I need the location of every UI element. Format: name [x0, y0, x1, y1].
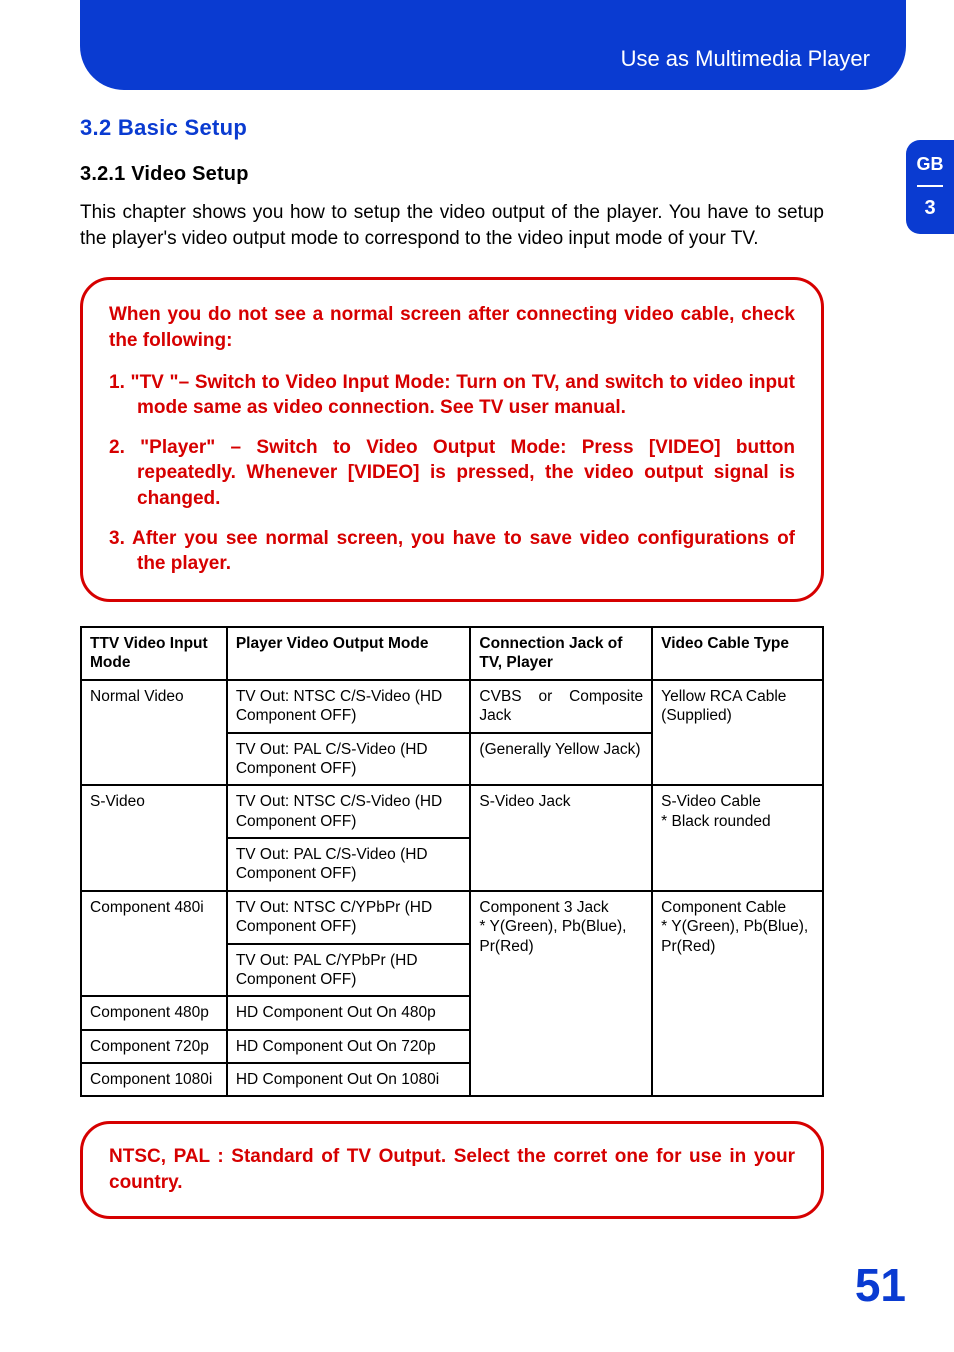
callout-item-2: 2. "Player" – Switch to Video Output Mod…: [109, 435, 795, 512]
cell-gen-yellow: (Generally Yellow Jack): [470, 733, 652, 786]
cell-ntsc-cs-2: TV Out: NTSC C/S-Video (HD Component OFF…: [227, 785, 471, 838]
warning-callout: When you do not see a normal screen afte…: [80, 277, 824, 602]
th-input-mode: TTV Video Input Mode: [81, 627, 227, 680]
table-row: Component 480i TV Out: NTSC C/YPbPr (HD …: [81, 891, 823, 944]
cell-svideo: S-Video: [81, 785, 227, 891]
chapter-header: Use as Multimedia Player: [80, 0, 906, 90]
cell-hd480p: HD Component Out On 480p: [227, 996, 471, 1029]
chapter-header-title: Use as Multimedia Player: [621, 46, 870, 72]
page-number: 51: [855, 1258, 906, 1312]
side-tab: GB 3: [906, 140, 954, 234]
callout-item-1: 1. "TV "– Switch to Video Input Mode: Tu…: [109, 370, 795, 421]
callout-title: When you do not see a normal screen afte…: [109, 302, 795, 353]
cell-comp1080i: Component 1080i: [81, 1063, 227, 1096]
cell-svideo-jack: S-Video Jack: [470, 785, 652, 891]
cell-pal-ypbpr: TV Out: PAL C/YPbPr (HD Component OFF): [227, 944, 471, 997]
page-content: 3.2 Basic Setup 3.2.1 Video Setup This c…: [80, 115, 824, 1219]
side-tab-chapter: 3: [924, 197, 935, 220]
cell-comp480p: Component 480p: [81, 996, 227, 1029]
cell-yellow-rca: Yellow RCA Cable (Supplied): [652, 680, 823, 786]
cell-comp-cable: Component Cable * Y(Green), Pb(Blue), Pr…: [652, 891, 823, 1097]
note-callout: NTSC, PAL : Standard of TV Output. Selec…: [80, 1121, 824, 1218]
cell-hd720p: HD Component Out On 720p: [227, 1030, 471, 1063]
intro-paragraph: This chapter shows you how to setup the …: [80, 200, 824, 251]
cell-comp720p: Component 720p: [81, 1030, 227, 1063]
cell-hd1080i: HD Component Out On 1080i: [227, 1063, 471, 1096]
note-text: NTSC, PAL : Standard of TV Output. Selec…: [109, 1144, 795, 1195]
side-tab-divider: [917, 185, 943, 187]
th-cable-type: Video Cable Type: [652, 627, 823, 680]
cell-cvbs: CVBS or Composite Jack: [470, 680, 652, 733]
cell-svideo-cable: S-Video Cable * Black rounded: [652, 785, 823, 891]
callout-item-3: 3. After you see normal screen, you have…: [109, 526, 795, 577]
cell-ntsc-ypbpr: TV Out: NTSC C/YPbPr (HD Component OFF): [227, 891, 471, 944]
cell-comp-jack: Component 3 Jack * Y(Green), Pb(Blue), P…: [470, 891, 652, 1097]
cell-pal-cs: TV Out: PAL C/S-Video (HD Component OFF): [227, 733, 471, 786]
table-row: Normal Video TV Out: NTSC C/S-Video (HD …: [81, 680, 823, 733]
video-setup-table: TTV Video Input Mode Player Video Output…: [80, 626, 824, 1097]
th-connection-jack: Connection Jack of TV, Player: [470, 627, 652, 680]
cell-normal-video: Normal Video: [81, 680, 227, 786]
table-row: S-Video TV Out: NTSC C/S-Video (HD Compo…: [81, 785, 823, 838]
side-tab-language: GB: [917, 154, 944, 175]
cell-pal-cs-2: TV Out: PAL C/S-Video (HD Component OFF): [227, 838, 471, 891]
table-header-row: TTV Video Input Mode Player Video Output…: [81, 627, 823, 680]
subsection-heading: 3.2.1 Video Setup: [80, 163, 824, 186]
cell-comp480i: Component 480i: [81, 891, 227, 997]
th-output-mode: Player Video Output Mode: [227, 627, 471, 680]
cell-ntsc-cs: TV Out: NTSC C/S-Video (HD Component OFF…: [227, 680, 471, 733]
section-heading: 3.2 Basic Setup: [80, 115, 824, 141]
